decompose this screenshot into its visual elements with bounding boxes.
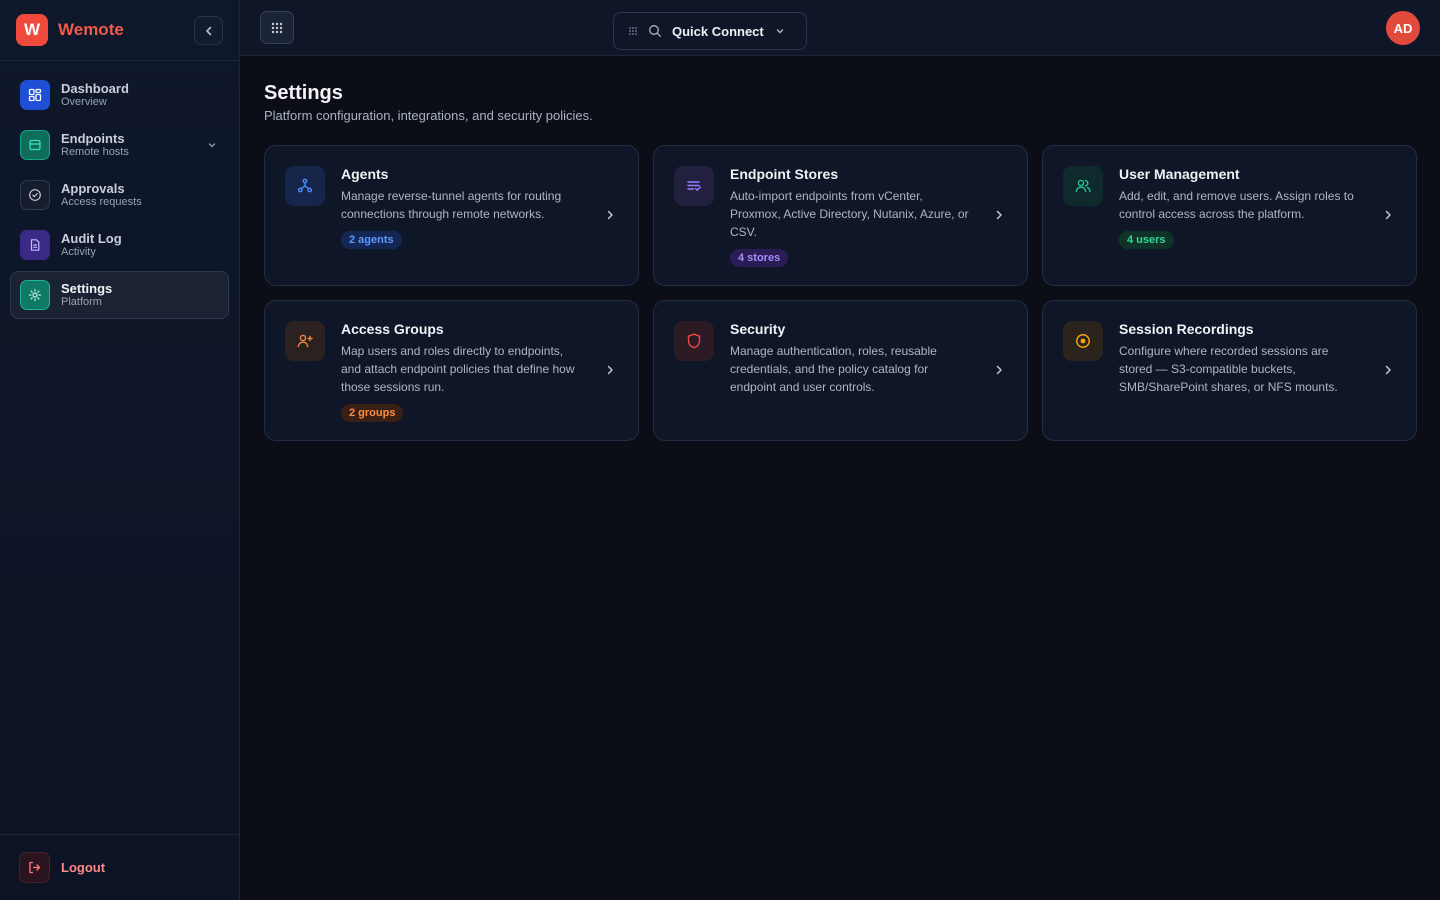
brand-logo[interactable]: W	[16, 14, 48, 46]
sidebar-item-sub: Activity	[61, 246, 96, 258]
card-title: Security	[730, 321, 786, 337]
card-title: Session Recordings	[1119, 321, 1254, 337]
chevron-right-icon	[996, 365, 1002, 375]
chevron-left-icon	[205, 26, 211, 35]
user-plus-icon	[285, 321, 325, 361]
count-badge: 2 agents	[341, 231, 402, 249]
sidebar-item-dashboard[interactable]: Dashboard Overview	[10, 71, 229, 119]
count-badge: 4 stores	[730, 249, 789, 267]
main-content: Settings Platform configuration, integra…	[264, 80, 1417, 441]
logout-button[interactable]: Logout	[0, 834, 239, 900]
grid-icon	[271, 22, 283, 33]
chevron-right-icon	[607, 210, 613, 220]
settings-card-agents[interactable]: Agents Manage reverse-tunnel agents for …	[264, 145, 639, 286]
topbar: Quick Connect AD	[240, 0, 1440, 56]
logout-label: Logout	[61, 860, 106, 875]
chevron-down-icon	[776, 29, 783, 34]
sidebar-item-label: Approvals	[61, 181, 125, 196]
chevron-right-icon	[1385, 365, 1391, 375]
page-subtitle: Platform configuration, integrations, an…	[264, 108, 593, 123]
chevron-down-icon[interactable]	[206, 139, 218, 151]
sidebar-item-settings[interactable]: Settings Platform	[10, 271, 229, 319]
sidebar-item-label: Endpoints	[61, 131, 125, 146]
brand-name[interactable]: Wemote	[58, 20, 124, 40]
sidebar-item-sub: Platform	[61, 296, 102, 308]
apps-grid-button[interactable]	[260, 11, 294, 44]
card-title: User Management	[1119, 166, 1240, 182]
brand: W Wemote	[0, 0, 239, 61]
sidebar: W Wemote Dashboard Overview Endpoints Re…	[0, 0, 240, 900]
list-import-icon	[674, 166, 714, 206]
avatar[interactable]: AD	[1386, 11, 1420, 45]
dashboard-icon	[20, 80, 50, 110]
sidebar-item-endpoints[interactable]: Endpoints Remote hosts	[10, 121, 229, 169]
count-badge: 2 groups	[341, 404, 404, 422]
sidebar-item-approvals[interactable]: Approvals Access requests	[10, 171, 229, 219]
search-icon	[649, 25, 661, 37]
chevron-right-icon	[996, 210, 1002, 220]
count-badge: 4 users	[1119, 231, 1174, 249]
document-icon	[20, 230, 50, 260]
users-icon	[1063, 166, 1103, 206]
card-description: Manage reverse-tunnel agents for routing…	[341, 189, 562, 221]
page-title: Settings	[264, 82, 343, 104]
settings-card-user-management[interactable]: User Management Add, edit, and remove us…	[1042, 145, 1417, 286]
record-icon	[1063, 321, 1103, 361]
sidebar-item-label: Settings	[61, 281, 113, 296]
drag-handle-icon	[629, 27, 637, 35]
check-circle-icon	[20, 180, 50, 210]
sidebar-item-audit-log[interactable]: Audit Log Activity	[10, 221, 229, 269]
sidebar-nav: Dashboard Overview Endpoints Remote host…	[0, 61, 239, 331]
quick-connect-label: Quick Connect	[672, 23, 764, 39]
sidebar-item-sub: Overview	[61, 96, 107, 108]
card-description: Auto-import endpoints from vCenter, Prox…	[730, 189, 969, 239]
shield-icon	[674, 321, 714, 361]
card-description: Configure where recorded sessions are st…	[1119, 344, 1338, 394]
sidebar-item-label: Dashboard	[61, 81, 129, 96]
sidebar-item-sub: Remote hosts	[61, 146, 129, 158]
quick-connect-button[interactable]: Quick Connect	[613, 12, 807, 50]
settings-card-endpoint-stores[interactable]: Endpoint Stores Auto-import endpoints fr…	[653, 145, 1028, 286]
collapse-sidebar-button[interactable]	[194, 16, 223, 45]
gear-icon	[20, 280, 50, 310]
server-icon	[20, 130, 50, 160]
agents-icon	[285, 166, 325, 206]
card-description: Manage authentication, roles, reusable c…	[730, 344, 937, 394]
settings-card-grid: Agents Manage reverse-tunnel agents for …	[264, 145, 1417, 441]
chevron-right-icon	[1385, 210, 1391, 220]
card-description: Add, edit, and remove users. Assign role…	[1119, 189, 1354, 221]
card-title: Endpoint Stores	[730, 166, 839, 182]
card-title: Access Groups	[341, 321, 444, 337]
card-description: Map users and roles directly to endpoint…	[341, 344, 575, 394]
settings-card-security[interactable]: Security Manage authentication, roles, r…	[653, 300, 1028, 441]
chevron-right-icon	[607, 365, 613, 375]
logout-icon	[19, 852, 50, 883]
settings-card-session-recordings[interactable]: Session Recordings Configure where recor…	[1042, 300, 1417, 441]
settings-card-access-groups[interactable]: Access Groups Map users and roles direct…	[264, 300, 639, 441]
sidebar-item-sub: Access requests	[61, 196, 142, 208]
card-title: Agents	[341, 166, 389, 182]
sidebar-item-label: Audit Log	[61, 231, 122, 246]
